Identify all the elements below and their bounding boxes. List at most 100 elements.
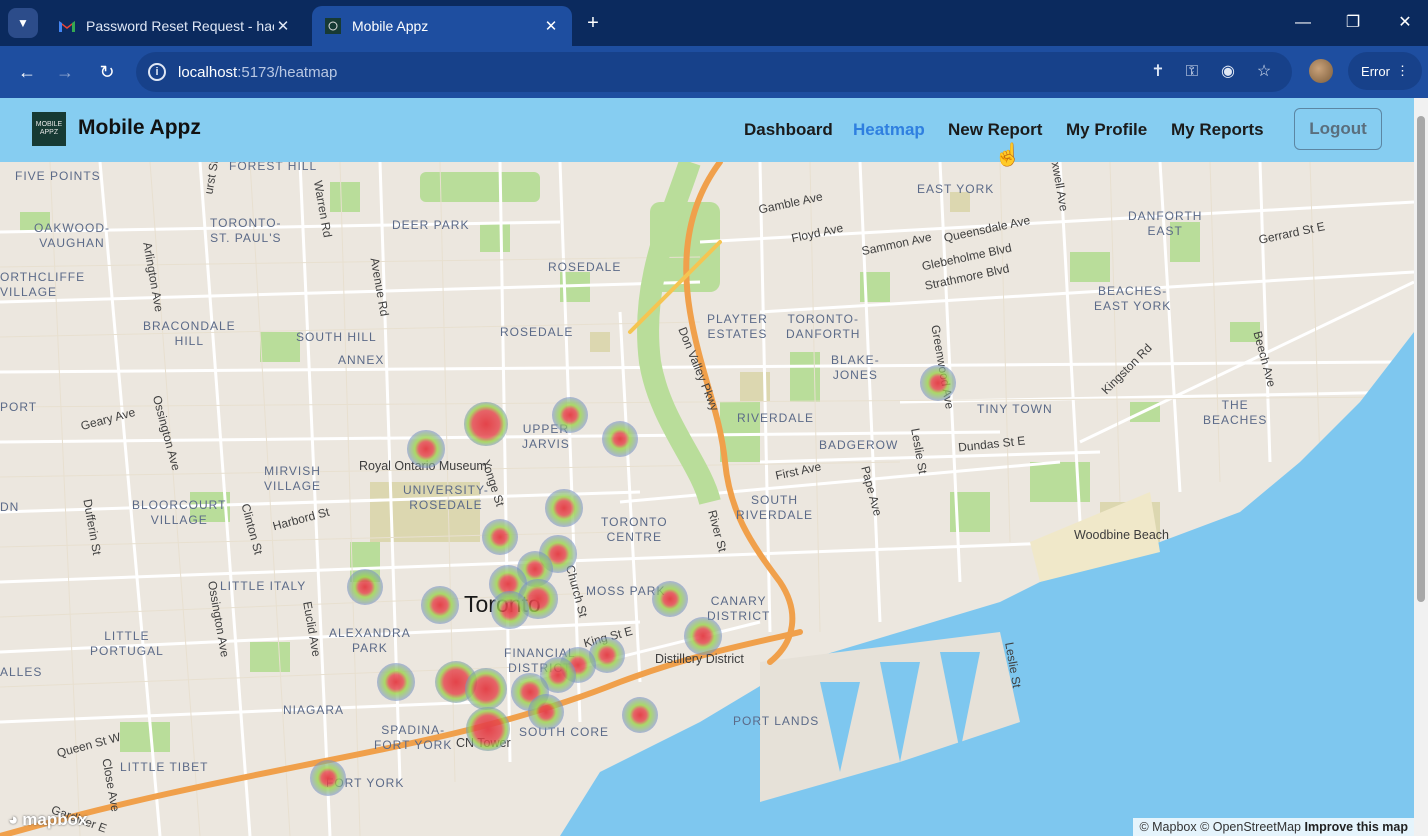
neighbourhood-label: BLAKE- JONES <box>831 353 880 382</box>
neighbourhood-label: ORTHCLIFFE VILLAGE <box>0 270 86 299</box>
improve-map-link[interactable]: Improve this map <box>1305 820 1409 834</box>
neighbourhood-label: ROSEDALE <box>548 260 622 274</box>
nav-dashboard[interactable]: Dashboard <box>744 120 833 140</box>
browser-toolbar: ← → ↻ i localhost:5173/heatmap ✝ ⚿ ◉ ☆ E… <box>0 46 1428 98</box>
app-logo[interactable]: MOBILE APPZ <box>32 112 66 146</box>
heatmap-point <box>466 707 510 751</box>
heatmap-point <box>421 586 459 624</box>
neighbourhood-label: LITTLE PORTUGAL <box>90 629 164 658</box>
url-path: :5173/heatmap <box>237 63 338 81</box>
heatmap-map[interactable]: FOREST HILL FIVE POINTS OAKWOOD- VAUGHAN… <box>0 162 1414 836</box>
neighbourhood-label: FOREST HILL <box>229 162 318 173</box>
new-tab-button[interactable]: + <box>582 12 604 34</box>
neighbourhood-label: EAST YORK <box>917 182 995 196</box>
neighbourhood-label: ALEXANDRA PARK <box>329 626 411 655</box>
nav-my-reports[interactable]: My Reports <box>1171 120 1264 140</box>
neighbourhood-label: SOUTH CORE <box>519 725 610 739</box>
chevron-down-icon: ▼ <box>17 16 29 30</box>
neighbourhood-label: ALLES <box>0 665 43 679</box>
neighbourhood-label: OAKWOOD- VAUGHAN <box>34 221 110 250</box>
mapbox-logo[interactable]: ◕ mapbox <box>8 810 87 830</box>
window-close-button[interactable]: ✕ <box>1390 10 1420 36</box>
mapbox-icon: ◕ <box>8 810 19 829</box>
key-icon[interactable]: ⚿ <box>1182 62 1202 82</box>
neighbourhood-label: BADGEROW <box>819 438 899 452</box>
scrollbar-thumb[interactable] <box>1417 116 1425 602</box>
neighbourhood-label: CANARY DISTRICT <box>707 594 771 623</box>
heatmap-point <box>684 617 722 655</box>
neighbourhood-label: PLAYTER ESTATES <box>707 312 768 341</box>
address-bar[interactable]: i localhost:5173/heatmap ✝ ⚿ ◉ ☆ <box>136 52 1292 92</box>
neighbourhood-label: SOUTH RIVERDALE <box>736 493 814 522</box>
neighbourhood-label: FIVE POINTS <box>15 169 101 183</box>
reload-icon[interactable]: ↻ <box>94 59 120 85</box>
neighbourhood-label: TINY TOWN <box>977 402 1053 416</box>
browser-tab-bar: ▼ Password Reset Request - hacto ✕ Mobil… <box>0 0 1428 46</box>
logo-text: MOBILE APPZ <box>35 121 63 136</box>
heatmap-point <box>545 489 583 527</box>
profile-avatar[interactable] <box>1309 59 1333 83</box>
minimize-button[interactable]: — <box>1288 10 1318 36</box>
nav-heatmap[interactable]: Heatmap <box>853 120 925 140</box>
location-off-icon[interactable]: ✝ <box>1148 62 1168 82</box>
neighbourhood-label: ANNEX <box>338 353 385 367</box>
error-button[interactable]: Error ⋮ <box>1348 52 1422 90</box>
heatmap-point <box>465 668 507 710</box>
tab-gmail[interactable]: Password Reset Request - hacto ✕ <box>46 6 304 46</box>
neighbourhood-label: BEACHES- EAST YORK <box>1094 284 1172 313</box>
url-host: localhost <box>178 63 238 81</box>
back-arrow-icon[interactable]: ← <box>14 59 40 85</box>
neighbourhood-label: SPADINA- FORT YORK <box>374 723 453 752</box>
neighbourhood-label: BLOORCOURT VILLAGE <box>132 498 227 527</box>
nav-new-report[interactable]: New Report <box>948 120 1042 140</box>
brand-title[interactable]: Mobile Appz <box>78 116 201 140</box>
site-info-icon[interactable]: i <box>148 63 166 81</box>
neighbourhood-label: BRACONDALE HILL <box>143 319 236 348</box>
eye-off-icon[interactable]: ◉ <box>1218 62 1238 82</box>
star-icon[interactable]: ☆ <box>1254 62 1274 82</box>
neighbourhood-label: DEER PARK <box>392 218 470 232</box>
neighbourhood-label: PORT LANDS <box>733 714 820 728</box>
gmail-icon <box>58 17 76 35</box>
nav-my-profile[interactable]: My Profile <box>1066 120 1147 140</box>
tab-mobile-appz[interactable]: Mobile Appz ✕ <box>312 6 572 46</box>
site-icon <box>324 17 342 35</box>
neighbourhood-label: PORT <box>0 400 38 414</box>
tab-title: Password Reset Request - hacto <box>86 18 274 34</box>
heatmap-point <box>377 663 415 701</box>
close-icon[interactable]: ✕ <box>542 17 560 35</box>
neighbourhood-label: NIAGARA <box>283 703 345 717</box>
neighbourhood-label: RIVERDALE <box>737 411 815 425</box>
error-label: Error <box>1361 63 1390 79</box>
close-icon[interactable]: ✕ <box>274 17 292 35</box>
neighbourhood-label: THE BEACHES <box>1203 398 1268 427</box>
heatmap-point <box>491 591 529 629</box>
restore-button[interactable]: ❐ <box>1338 10 1368 36</box>
more-vert-icon: ⋮ <box>1395 63 1409 78</box>
neighbourhood-label: DN <box>0 500 20 514</box>
tab-list-button[interactable]: ▼ <box>8 8 38 38</box>
neighbourhood-label: SOUTH HILL <box>296 330 377 344</box>
neighbourhood-label: UNIVERSITY- ROSEDALE <box>403 483 489 512</box>
neighbourhood-label: LITTLE ITALY <box>220 579 307 593</box>
url-text: localhost:5173/heatmap <box>178 64 337 81</box>
heatmap-point <box>407 430 445 468</box>
mapbox-wordmark: mapbox <box>22 810 88 829</box>
poi-woodbine-beach[interactable]: Woodbine Beach <box>1074 528 1169 542</box>
neighbourhood-label: TORONTO- DANFORTH <box>786 312 861 341</box>
neighbourhood-label: TORONTO- ST. PAUL'S <box>210 216 282 245</box>
forward-arrow-icon[interactable]: → <box>52 59 78 85</box>
tab-title: Mobile Appz <box>352 18 429 34</box>
mouse-cursor-icon: ☝ <box>994 142 1022 167</box>
heatmap-point <box>602 421 638 457</box>
attribution-text[interactable]: © Mapbox © OpenStreetMap <box>1139 820 1301 834</box>
logout-button[interactable]: Logout <box>1294 108 1382 150</box>
neighbourhood-label: LITTLE TIBET <box>120 760 209 774</box>
neighbourhood-label: ROSEDALE <box>500 325 574 339</box>
heatmap-point <box>464 402 508 446</box>
map-attribution: © Mapbox © OpenStreetMap Improve this ma… <box>1133 818 1414 836</box>
app-root: MOBILE APPZ Mobile Appz Dashboard Heatma… <box>0 98 1414 836</box>
neighbourhood-label: DANFORTH EAST <box>1128 209 1203 238</box>
neighbourhood-label: MIRVISH VILLAGE <box>264 464 322 493</box>
page-scrollbar[interactable] <box>1414 98 1428 836</box>
